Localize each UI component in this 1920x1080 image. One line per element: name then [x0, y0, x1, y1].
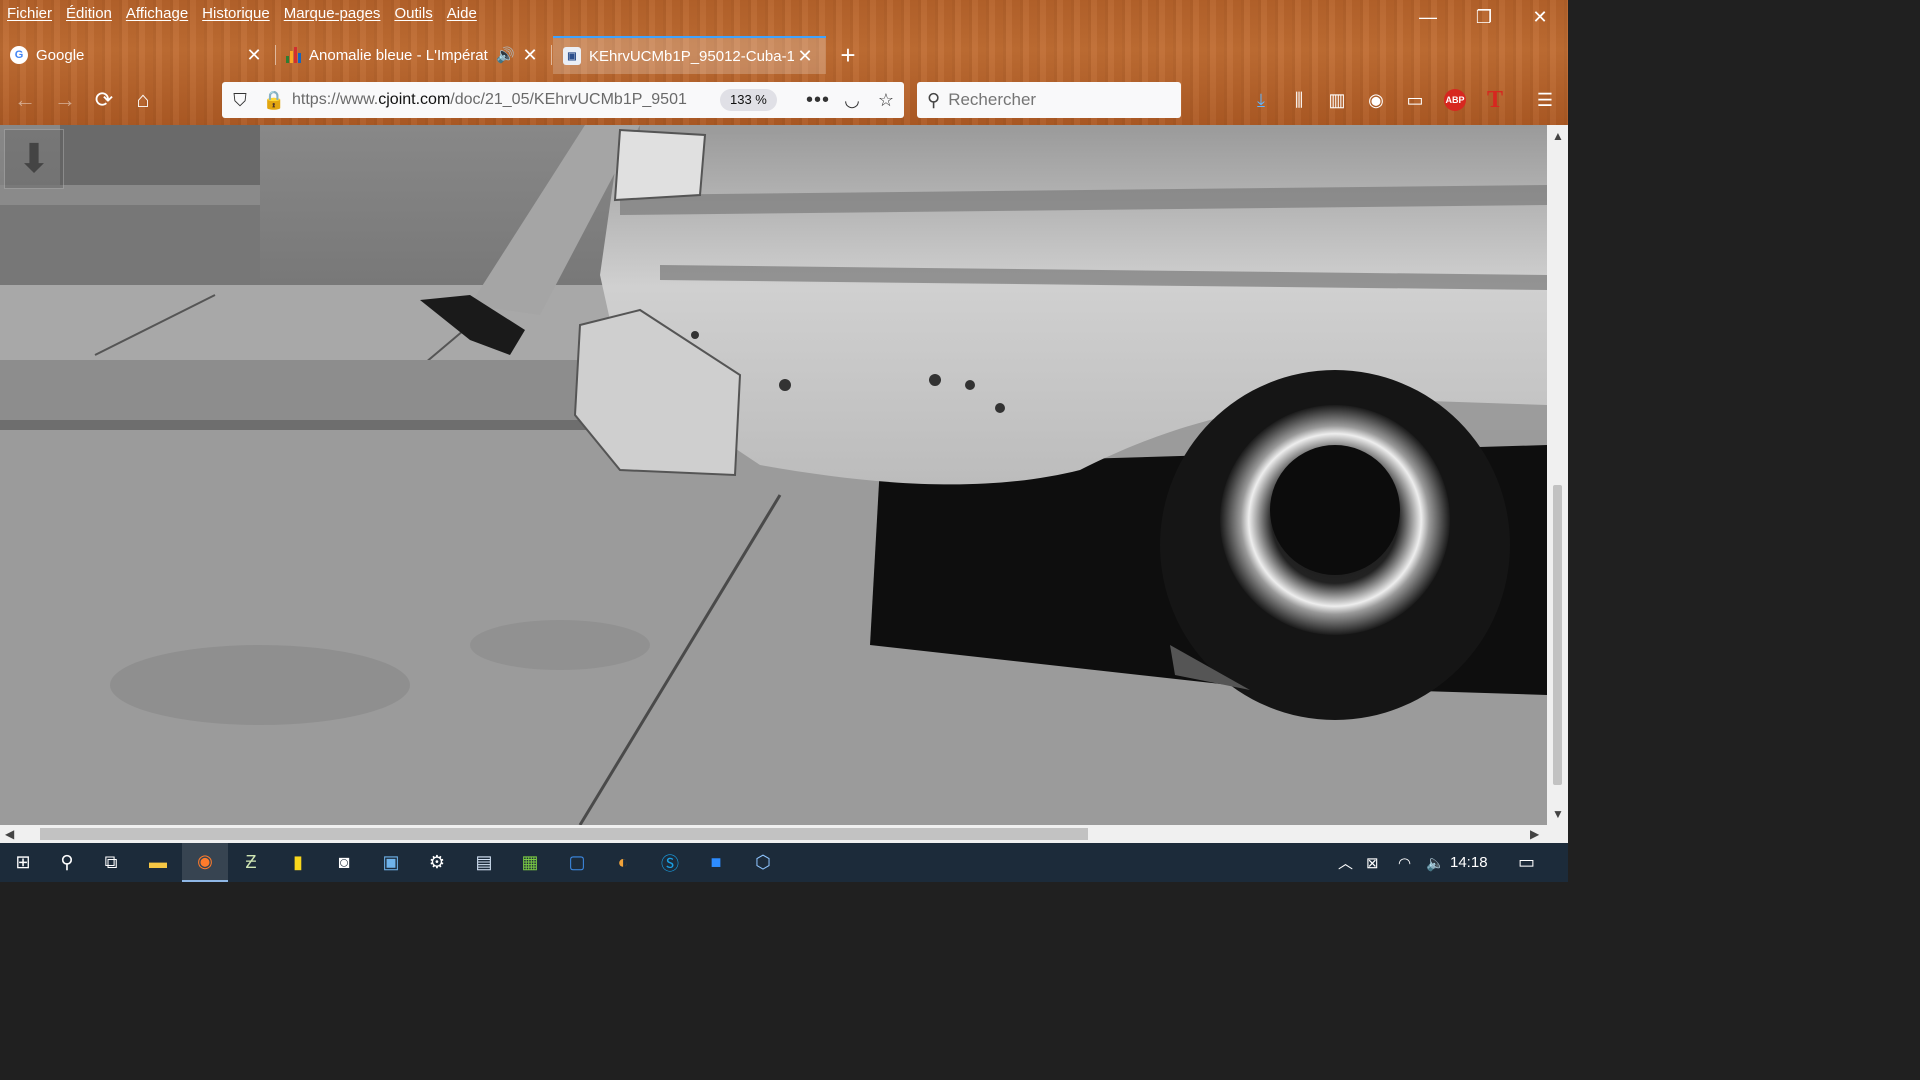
new-tab-button[interactable]: + [833, 36, 863, 74]
app-icon[interactable]: ◐ [600, 843, 646, 882]
close-window-button[interactable]: ✕ [1512, 0, 1568, 34]
search-box[interactable]: ⚲ [917, 82, 1181, 118]
photo-icon [0, 125, 1547, 825]
menu-fichier[interactable]: Fichier [0, 5, 59, 22]
library-icon[interactable]: ⫼ [1284, 85, 1314, 115]
adblock-icon[interactable]: ABP [1440, 85, 1470, 115]
scrollbar-corner [1547, 825, 1568, 843]
volume-icon[interactable]: 🔈 [1426, 843, 1445, 882]
menu-affichage[interactable]: Affichage [119, 5, 195, 22]
close-icon[interactable]: ✕ [794, 46, 816, 67]
minimize-button[interactable]: — [1400, 0, 1456, 34]
skype-icon[interactable]: Ⓢ [647, 843, 693, 882]
restore-button[interactable]: ❐ [1456, 0, 1512, 34]
search-input[interactable] [946, 89, 1161, 111]
shield-icon[interactable]: ⛉ [226, 82, 254, 118]
windows-start-icon[interactable]: ⊞ [0, 843, 46, 882]
menu-outils[interactable]: Outils [387, 5, 439, 22]
horizontal-scroll-thumb[interactable] [40, 828, 1088, 840]
zoom-icon[interactable]: ■ [693, 843, 739, 882]
t-extension-label: T [1486, 86, 1503, 113]
app-icon[interactable]: ◙ [321, 843, 367, 882]
adblock-label: ABP [1444, 89, 1466, 111]
scroll-right-icon[interactable]: ▶ [1530, 827, 1539, 841]
task-view-icon[interactable]: ⧉ [88, 843, 134, 882]
vertical-scrollbar[interactable]: ▲ ▼ [1547, 125, 1568, 825]
app-icon[interactable]: ▤ [461, 843, 507, 882]
virtualbox-icon[interactable]: ⬡ [740, 843, 786, 882]
speaker-icon[interactable]: 🔊 [496, 46, 515, 64]
menu-marque-pages[interactable]: Marque-pages [277, 5, 388, 22]
document-icon: ▣ [563, 47, 581, 65]
back-arrow-icon[interactable]: ← [10, 85, 40, 115]
tab-title: Anomalie bleue - L'Impérat [309, 46, 488, 64]
vertical-scroll-thumb[interactable] [1553, 485, 1562, 785]
menu-hamburger-icon[interactable]: ☰ [1530, 85, 1560, 115]
menu-edition[interactable]: Édition [59, 5, 119, 22]
account-icon[interactable]: ◉ [1361, 85, 1391, 115]
url-domain: cjoint.com [378, 91, 451, 108]
address-bar[interactable]: ⛉ 🔒 https://www.cjoint.com/doc/21_05/KEh… [222, 82, 904, 118]
menu-bar: Fichier Édition Affichage Historique Mar… [0, 0, 484, 26]
app-icon[interactable]: ▦ [507, 843, 553, 882]
tab-title: KEhrvUCMb1P_95012-Cuba-14 [589, 47, 794, 65]
navigation-bar: ← → ⟳ ⌂ ⛉ 🔒 https://www.cjoint.com/doc/2… [0, 76, 1568, 124]
app-icon[interactable]: Ƶ [228, 843, 274, 882]
wifi-icon[interactable]: ◠ [1398, 843, 1411, 882]
horizontal-scrollbar[interactable]: ◀ ▶ [0, 825, 1547, 843]
tab-anomalie-bleue[interactable]: Anomalie bleue - L'Impérat 🔊 ✕ [276, 36, 552, 74]
window-controls: — ❐ ✕ [1400, 0, 1568, 34]
chart-icon [286, 47, 301, 63]
tray-chevron-icon[interactable]: ︿ [1338, 843, 1353, 882]
browser-chrome: Fichier Édition Affichage Historique Mar… [0, 0, 1568, 125]
download-arrow-icon: ⬇ [17, 137, 51, 181]
tab-kehrvucmb1p[interactable]: ▣ KEhrvUCMb1P_95012-Cuba-14 ✕ [553, 36, 826, 74]
url-prefix: https://www. [292, 91, 379, 108]
close-icon[interactable]: ✕ [519, 45, 541, 66]
image-viewer [0, 125, 1547, 825]
scroll-up-icon[interactable]: ▲ [1552, 129, 1564, 143]
menu-aide[interactable]: Aide [440, 5, 484, 22]
scroll-down-icon[interactable]: ▼ [1552, 807, 1564, 821]
downloads-icon[interactable]: ⤓ [1246, 85, 1276, 115]
forward-arrow-icon[interactable]: → [50, 85, 80, 115]
settings-gear-icon[interactable]: ⚙ [414, 843, 460, 882]
google-icon: G [10, 46, 28, 64]
tab-bar: G Google ✕ Anomalie bleue - L'Impérat 🔊 … [0, 36, 1568, 74]
tab-title: Google [36, 46, 85, 64]
more-actions-icon[interactable]: ••• [804, 82, 832, 118]
t-extension-icon[interactable]: T [1480, 85, 1510, 115]
pocket-icon[interactable]: ◡ [838, 82, 866, 118]
sidebar-icon[interactable]: ▥ [1322, 85, 1352, 115]
lock-icon[interactable]: 🔒 [260, 82, 288, 118]
reload-icon[interactable]: ⟳ [89, 85, 119, 115]
taskbar-clock[interactable]: 14:18 [1450, 843, 1488, 882]
bookmark-star-icon[interactable]: ☆ [872, 82, 900, 118]
search-icon[interactable]: ⚲ [44, 843, 90, 882]
download-button[interactable]: ⬇ [4, 129, 64, 189]
app-icon[interactable]: ▢ [554, 843, 600, 882]
close-icon[interactable]: ✕ [243, 45, 265, 66]
app-icon[interactable]: ▣ [368, 843, 414, 882]
screenshot-extension-icon[interactable]: ▭ [1400, 85, 1430, 115]
url-path: /doc/21_05/KEhrvUCMb1P_9501 [450, 91, 687, 108]
url-text[interactable]: https://www.cjoint.com/doc/21_05/KEhrvUC… [292, 82, 712, 118]
firefox-icon[interactable]: ◉ [182, 843, 228, 882]
file-explorer-icon[interactable]: ▬ [135, 843, 181, 882]
taskbar: ⊞ ⚲ ⧉ ▬ ◉ Ƶ ▮ ◙ ▣ ⚙ ▤ ▦ ▢ ◐ Ⓢ ■ ⬡ ︿ ⊠ ◠ … [0, 843, 1568, 882]
home-icon[interactable]: ⌂ [128, 85, 158, 115]
scroll-left-icon[interactable]: ◀ [5, 827, 14, 841]
notification-icon[interactable]: ▭ [1518, 843, 1535, 882]
zoom-level-badge[interactable]: 133 % [720, 89, 777, 111]
tab-google[interactable]: G Google ✕ [0, 36, 276, 74]
menu-historique[interactable]: Historique [195, 5, 277, 22]
search-icon: ⚲ [927, 89, 941, 110]
app-icon[interactable]: ▮ [275, 843, 321, 882]
network-disabled-icon[interactable]: ⊠ [1366, 843, 1379, 882]
